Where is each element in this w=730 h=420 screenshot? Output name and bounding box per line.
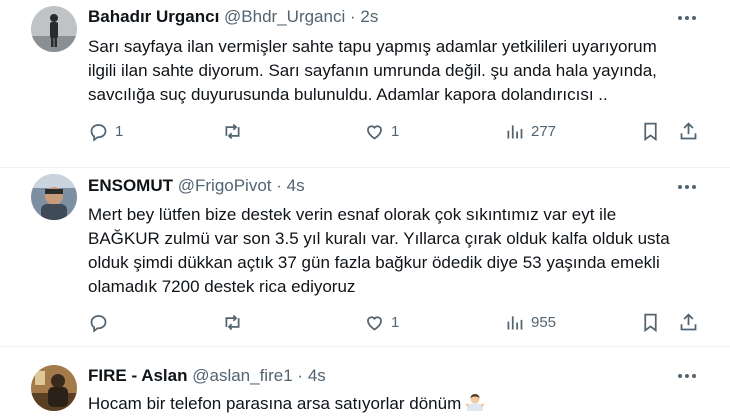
like-button[interactable]: 1 [364, 310, 399, 334]
retweet-button[interactable] [222, 119, 249, 143]
timestamp[interactable]: 2s [360, 7, 378, 26]
views-icon [507, 315, 523, 329]
tweet-text: Mert bey lütfen bize destek verin esnaf … [88, 205, 670, 296]
reply-button[interactable]: 1 [88, 119, 123, 143]
retweet-icon [225, 123, 240, 139]
bookmark-icon [644, 122, 657, 141]
separator-dot: · [276, 176, 282, 195]
avatar-image [31, 6, 77, 52]
bookmark-button[interactable] [640, 119, 661, 143]
more-icon[interactable] [676, 180, 698, 194]
more-icon[interactable] [676, 11, 698, 25]
tweet-header: ENSOMUT @FrigoPivot · 4s [88, 176, 305, 196]
avatar[interactable] [31, 174, 77, 220]
bookmark-button[interactable] [640, 310, 661, 334]
bookmark-icon [644, 313, 657, 332]
reply-icon [90, 123, 107, 142]
reply-button[interactable] [88, 310, 115, 334]
view-count: 277 [531, 122, 557, 140]
action-bar: 1 955 [88, 310, 708, 334]
like-count: 1 [391, 122, 400, 140]
tweet-header: FIRE - Aslan @aslan_fire1 · 4s [88, 366, 326, 386]
view-count: 955 [531, 313, 557, 331]
share-icon [680, 121, 697, 139]
tweet-header: Bahadır Urgancı @Bhdr_Urganci · 2s [88, 7, 378, 27]
retweet-button[interactable] [222, 310, 249, 334]
like-count: 1 [391, 313, 400, 331]
share-button[interactable] [678, 119, 699, 143]
timestamp[interactable]: 4s [308, 366, 326, 385]
reply-count: 1 [115, 122, 124, 140]
tweet-text: Hocam bir telefon parasına arsa satıyorl… [88, 394, 462, 413]
separator-dot: · [349, 7, 356, 26]
avatar[interactable] [31, 365, 77, 411]
like-button[interactable]: 1 [364, 119, 399, 143]
tweet-text-wrap: Hocam bir telefon parasına arsa satıyorl… [88, 392, 708, 416]
tweet-text: Sarı sayfaya ilan vermişler sahte tapu y… [88, 37, 657, 104]
display-name[interactable]: Bahadır Urgancı [88, 7, 219, 26]
action-bar: 1 1 277 [88, 119, 708, 143]
avatar-image [31, 174, 77, 220]
separator-dot: · [297, 366, 304, 385]
avatar-image [31, 365, 77, 411]
views-button[interactable]: 955 [504, 310, 556, 334]
tweet[interactable]: Bahadır Urgancı @Bhdr_Urganci · 2s Sarı … [0, 0, 730, 168]
user-handle[interactable]: @Bhdr_Urganci [224, 7, 345, 26]
like-icon [367, 315, 382, 331]
user-handle[interactable]: @FrigoPivot [178, 176, 272, 195]
retweet-icon [225, 314, 240, 330]
tweet[interactable]: ENSOMUT @FrigoPivot · 4s Mert bey lütfen… [0, 168, 730, 347]
reply-icon [90, 314, 107, 333]
display-name[interactable]: FIRE - Aslan [88, 366, 188, 385]
man-shrugging-emoji [465, 394, 485, 411]
avatar[interactable] [31, 6, 77, 52]
timestamp[interactable]: 4s [287, 176, 305, 195]
display-name[interactable]: ENSOMUT [88, 176, 173, 195]
user-handle[interactable]: @aslan_fire1 [192, 366, 292, 385]
tweet[interactable]: FIRE - Aslan @aslan_fire1 · 4s Hocam bir… [0, 347, 730, 420]
more-icon[interactable] [676, 369, 698, 383]
share-icon [680, 312, 697, 330]
share-button[interactable] [678, 310, 699, 334]
views-button[interactable]: 277 [504, 119, 556, 143]
views-icon [507, 124, 523, 138]
like-icon [367, 124, 382, 140]
